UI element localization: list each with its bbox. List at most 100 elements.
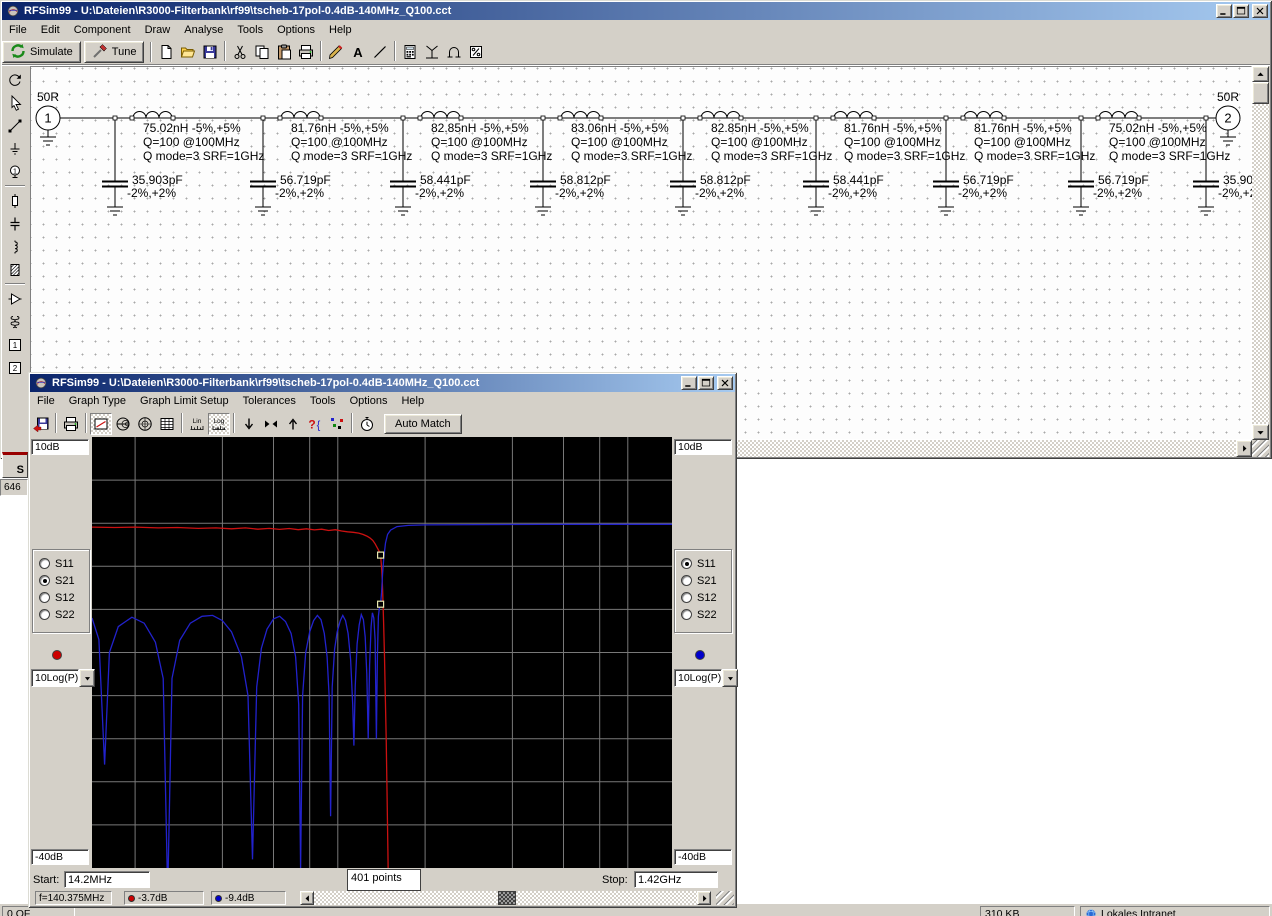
compress-x-icon[interactable] <box>260 412 282 435</box>
scroll-right-button[interactable] <box>1236 440 1252 457</box>
paste-icon[interactable] <box>273 41 296 63</box>
port-2[interactable]: 50R 2 <box>1215 90 1241 146</box>
rect-plot-icon[interactable] <box>90 412 112 435</box>
radio-s12[interactable]: S12 <box>675 589 731 606</box>
log-scale-icon[interactable]: Log <box>208 412 230 435</box>
close-button[interactable] <box>1252 4 1268 18</box>
menu-item-options[interactable]: Options <box>343 393 395 409</box>
menu-item-graph-limit-setup[interactable]: Graph Limit Setup <box>133 393 236 409</box>
port2-box-icon[interactable]: 2 <box>2 356 27 379</box>
graph-titlebar[interactable]: RFSim99 - U:\Dateien\R3000-Filterbank\rf… <box>30 374 735 392</box>
right-top-scale-field[interactable]: 10dB <box>674 439 732 455</box>
radio-s11[interactable]: S11 <box>33 555 89 572</box>
marker-s11[interactable] <box>377 600 385 608</box>
close-button[interactable] <box>717 376 733 390</box>
shield-icon[interactable] <box>2 258 27 281</box>
line-icon[interactable] <box>369 41 392 63</box>
left-marker-color-dot[interactable] <box>52 650 62 660</box>
menu-item-tolerances[interactable]: Tolerances <box>236 393 303 409</box>
stop-frequency-field[interactable]: 1.42GHz <box>634 871 718 888</box>
frequency-scrollbar[interactable] <box>300 891 711 905</box>
scroll-left-button[interactable] <box>300 891 314 905</box>
radio-s11[interactable]: S11 <box>675 555 731 572</box>
right-bottom-scale-field[interactable]: -40dB <box>674 849 732 865</box>
scroll-down-button[interactable] <box>1252 424 1269 440</box>
points-field[interactable]: 401 points <box>347 869 421 891</box>
radio-circle[interactable] <box>681 592 692 603</box>
tune-button[interactable]: Tune <box>83 41 145 63</box>
tolerance-icon[interactable] <box>465 41 488 63</box>
menu-item-component[interactable]: Component <box>67 22 138 38</box>
menu-item-graph-type[interactable]: Graph Type <box>62 393 133 409</box>
text-icon[interactable]: A <box>347 41 370 63</box>
menu-item-edit[interactable]: Edit <box>34 22 67 38</box>
inductor-icon[interactable] <box>2 235 27 258</box>
maximize-button[interactable] <box>698 376 714 390</box>
minimize-button[interactable] <box>681 376 697 390</box>
resistor-icon[interactable] <box>2 189 27 212</box>
inductor-L2[interactable]: 81.76nH -5%,+5%Q=100 @100MHzQ mode=3 SRF… <box>277 111 412 164</box>
chevron-down-icon[interactable] <box>79 669 96 687</box>
radio-circle[interactable] <box>681 575 692 586</box>
print-icon[interactable] <box>60 412 82 435</box>
menu-item-file[interactable]: File <box>2 22 34 38</box>
new-icon[interactable] <box>155 41 178 63</box>
smith-chart-icon[interactable] <box>112 412 134 435</box>
vertical-scrollbar[interactable] <box>1252 66 1269 440</box>
menu-item-file[interactable]: File <box>30 393 62 409</box>
resize-grip[interactable] <box>716 891 734 905</box>
inductor-L5[interactable]: 82.85nH -5%,+5%Q=100 @100MHzQ mode=3 SRF… <box>697 111 832 164</box>
radio-circle[interactable] <box>39 592 50 603</box>
inductor-L3[interactable]: 82.85nH -5%,+5%Q=100 @100MHzQ mode=3 SRF… <box>417 111 552 164</box>
amplifier-icon[interactable] <box>2 287 27 310</box>
radio-s12[interactable]: S12 <box>33 589 89 606</box>
scroll-up-button[interactable] <box>1252 66 1269 82</box>
lin-scale-icon[interactable]: Lin <box>186 412 208 435</box>
inductor-L4[interactable]: 83.06nH -5%,+5%Q=100 @100MHzQ mode=3 SRF… <box>557 111 692 164</box>
menu-item-tools[interactable]: Tools <box>303 393 343 409</box>
inductor-L1[interactable]: 75.02nH -5%,+5%Q=100 @100MHzQ mode=3 SRF… <box>129 111 264 164</box>
menu-item-options[interactable]: Options <box>270 22 322 38</box>
calculator-icon[interactable] <box>399 41 422 63</box>
inductor-L7[interactable]: 81.76nH -5%,+5%Q=100 @100MHzQ mode=3 SRF… <box>960 111 1095 164</box>
copy-icon[interactable] <box>251 41 274 63</box>
menu-item-analyse[interactable]: Analyse <box>177 22 230 38</box>
radio-circle[interactable] <box>39 609 50 620</box>
left-bottom-scale-field[interactable]: -40dB <box>31 849 89 865</box>
coupler-icon[interactable] <box>443 41 466 63</box>
main-titlebar[interactable]: RFSim99 - U:\Dateien\R3000-Filterbank\rf… <box>2 2 1270 20</box>
capacitor-icon[interactable] <box>2 212 27 235</box>
port-1[interactable]: 50R 1 <box>35 90 61 146</box>
scrollbar-thumb[interactable] <box>498 891 516 905</box>
rotate-icon[interactable] <box>2 68 27 91</box>
radio-s21[interactable]: S21 <box>675 572 731 589</box>
radio-circle[interactable] <box>681 609 692 620</box>
stopwatch-icon[interactable] <box>356 412 378 435</box>
radio-circle[interactable] <box>39 558 50 569</box>
right-marker-color-dot[interactable] <box>695 650 705 660</box>
menu-item-help[interactable]: Help <box>394 393 431 409</box>
right-format-dropdown[interactable]: 10Log(P) <box>674 669 739 687</box>
simulate-button[interactable]: Simulate <box>2 41 81 63</box>
chevron-down-icon[interactable] <box>722 669 739 687</box>
menu-item-tools[interactable]: Tools <box>230 22 270 38</box>
table-icon[interactable] <box>156 412 178 435</box>
maximize-button[interactable] <box>1233 4 1249 18</box>
transformer-icon[interactable] <box>2 310 27 333</box>
menu-item-help[interactable]: Help <box>322 22 359 38</box>
radio-circle[interactable] <box>681 558 692 569</box>
menu-item-draw[interactable]: Draw <box>138 22 178 38</box>
auto-match-button[interactable]: Auto Match <box>384 413 462 434</box>
radio-s21[interactable]: S21 <box>33 572 89 589</box>
marker-s21[interactable] <box>377 551 385 559</box>
cut-icon[interactable] <box>229 41 252 63</box>
down-arrow-icon[interactable] <box>238 412 260 435</box>
polar-chart-icon[interactable] <box>134 412 156 435</box>
open-icon[interactable] <box>177 41 200 63</box>
inductor-L8[interactable]: 75.02nH -5%,+5%Q=100 @100MHzQ mode=3 SRF… <box>1095 111 1230 164</box>
minimized-window-fragment[interactable]: S <box>2 452 28 478</box>
export-icon[interactable] <box>30 412 52 435</box>
radio-s22[interactable]: S22 <box>675 606 731 623</box>
scroll-right-button[interactable] <box>697 891 711 905</box>
left-format-dropdown[interactable]: 10Log(P) <box>31 669 96 687</box>
